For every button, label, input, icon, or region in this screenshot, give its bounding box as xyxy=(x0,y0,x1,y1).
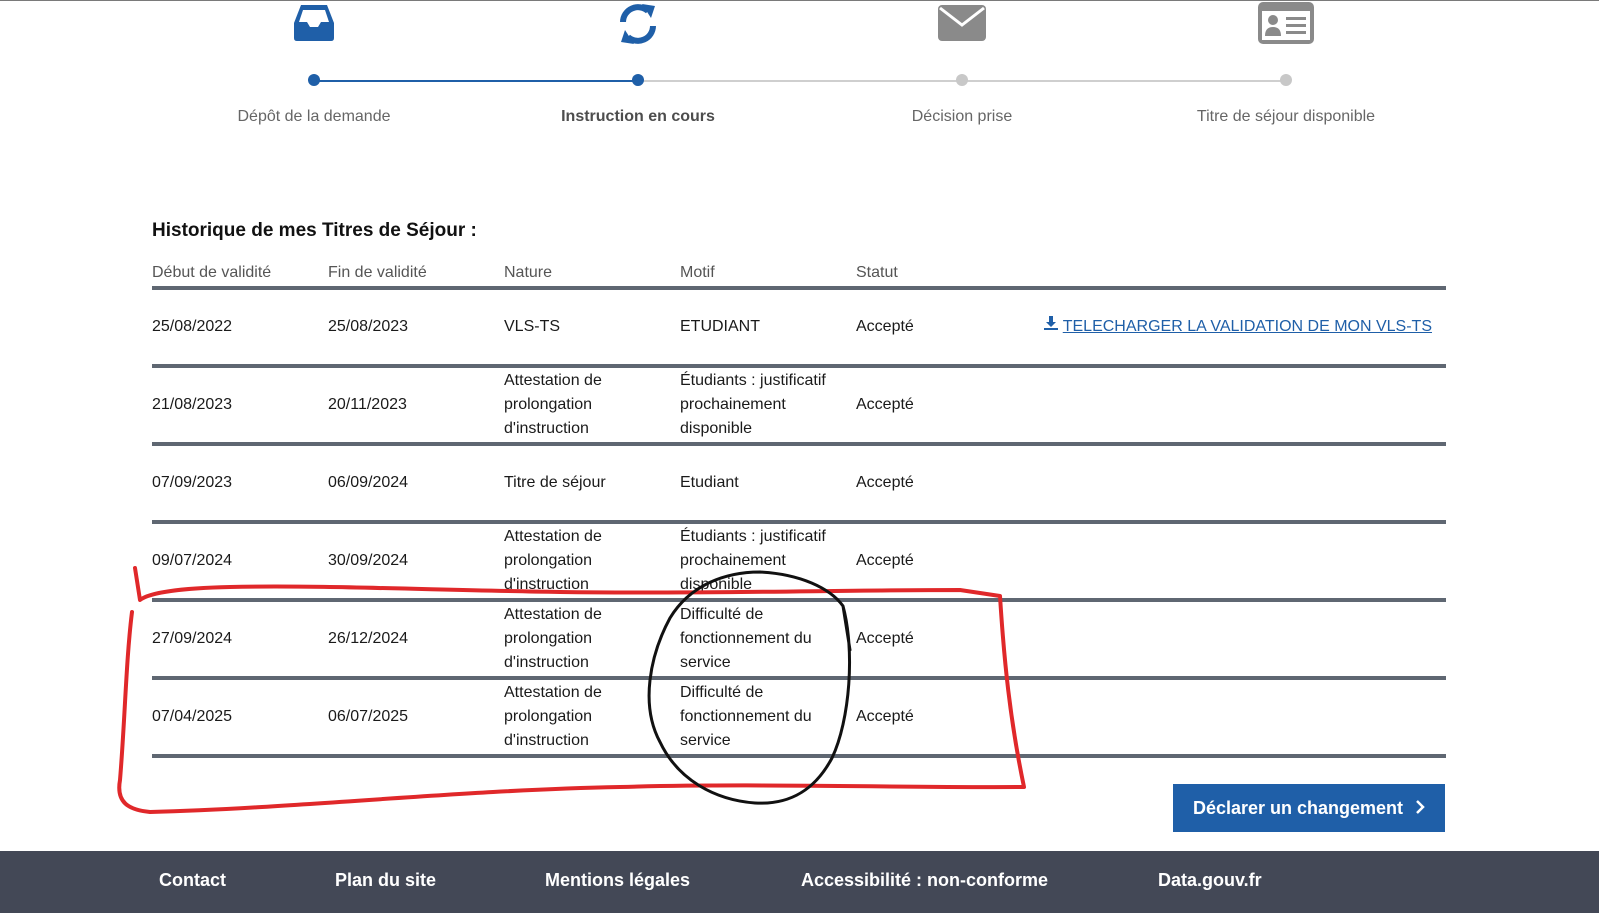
step-decision: Décision prise xyxy=(802,0,1122,140)
footer-link-mentions-legales[interactable]: Mentions légales xyxy=(545,870,690,891)
footer-link-contact[interactable]: Contact xyxy=(159,870,226,891)
cell-start: 27/09/2024 xyxy=(152,630,233,647)
history-table: Début de validité Fin de validité Nature… xyxy=(152,258,1446,758)
step-dot-done xyxy=(308,74,320,86)
cell-start: 21/08/2023 xyxy=(152,396,233,413)
cell-status: Accepté xyxy=(856,318,914,335)
footer: Contact Plan du site Mentions légales Ac… xyxy=(0,851,1599,913)
cell-motif: Difficulté de fonctionnement du service xyxy=(680,684,812,749)
cell-end: 20/11/2023 xyxy=(328,396,407,413)
step-label: Titre de séjour disponible xyxy=(1196,108,1376,125)
table-row: 09/07/2024 30/09/2024 Attestation de pro… xyxy=(152,524,1446,602)
cell-status: Accepté xyxy=(856,708,914,725)
step-label: Décision prise xyxy=(911,108,1013,125)
cell-status: Accepté xyxy=(856,474,914,491)
cell-status: Accepté xyxy=(856,630,914,647)
step-depot: Dépôt de la demande xyxy=(154,0,474,140)
cell-nature: Attestation de prolongation d'instructio… xyxy=(504,684,602,749)
footer-link-plan-du-site[interactable]: Plan du site xyxy=(335,870,436,891)
cell-end: 30/09/2024 xyxy=(328,552,409,569)
table-header: Début de validité Fin de validité Nature… xyxy=(152,258,1446,290)
inbox-icon xyxy=(286,2,342,46)
step-label-current: Instruction en cours xyxy=(561,108,715,125)
column-header-nature: Nature xyxy=(504,264,553,281)
download-vls-ts-link[interactable]: TELECHARGER LA VALIDATION DE MON VLS-TS xyxy=(1043,315,1432,339)
footer-link-accessibilite[interactable]: Accessibilité : non-conforme xyxy=(801,870,1048,891)
cell-end: 25/08/2023 xyxy=(328,318,409,335)
id-card-icon xyxy=(1258,2,1314,46)
cell-nature: Attestation de prolongation d'instructio… xyxy=(504,372,602,437)
table-row: 21/08/2023 20/11/2023 Attestation de pro… xyxy=(152,368,1446,446)
cell-nature: Attestation de prolongation d'instructio… xyxy=(504,528,602,593)
column-header-status: Statut xyxy=(856,264,898,281)
step-dot-current xyxy=(632,74,644,86)
declare-change-button[interactable]: Déclarer un changement xyxy=(1173,784,1445,832)
cell-nature: VLS-TS xyxy=(504,318,561,335)
step-dot-pending xyxy=(1280,74,1292,86)
cell-motif: Étudiants : justificatif prochainement d… xyxy=(680,528,826,593)
cell-status: Accepté xyxy=(856,396,914,413)
step-titre-disponible: Titre de séjour disponible xyxy=(1126,0,1446,140)
chevron-right-icon xyxy=(1415,798,1425,819)
envelope-icon xyxy=(934,2,990,46)
cell-motif: Difficulté de fonctionnement du service xyxy=(680,606,812,671)
column-header-start: Début de validité xyxy=(152,264,272,281)
table-row: 07/04/2025 06/07/2025 Attestation de pro… xyxy=(152,680,1446,758)
cell-start: 09/07/2024 xyxy=(152,552,233,569)
history-title: Historique de mes Titres de Séjour : xyxy=(152,220,477,241)
refresh-icon xyxy=(610,2,666,46)
cell-end: 26/12/2024 xyxy=(328,630,409,647)
table-row: 07/09/2023 06/09/2024 Titre de séjour Et… xyxy=(152,446,1446,524)
step-instruction: Instruction en cours xyxy=(478,0,798,140)
footer-link-data-gouv[interactable]: Data.gouv.fr xyxy=(1158,870,1262,891)
cell-end: 06/07/2025 xyxy=(328,708,409,725)
cell-end: 06/09/2024 xyxy=(328,474,409,491)
step-dot-pending xyxy=(956,74,968,86)
cell-motif: Étudiants : justificatif prochainement d… xyxy=(680,372,826,437)
declare-change-label: Déclarer un changement xyxy=(1192,797,1404,818)
cell-nature: Titre de séjour xyxy=(504,474,606,491)
cell-start: 07/09/2023 xyxy=(152,474,233,491)
cell-nature: Attestation de prolongation d'instructio… xyxy=(504,606,602,671)
download-link-label: TELECHARGER LA VALIDATION DE MON VLS-TS xyxy=(1062,318,1432,335)
table-row: 27/09/2024 26/12/2024 Attestation de pro… xyxy=(152,602,1446,680)
cell-motif: ETUDIANT xyxy=(680,318,760,335)
cell-start: 07/04/2025 xyxy=(152,708,233,725)
progress-stepper: Dépôt de la demande Instruction en cours… xyxy=(0,0,1599,150)
column-header-end: Fin de validité xyxy=(328,264,427,281)
cell-start: 25/08/2022 xyxy=(152,318,233,335)
cell-motif: Etudiant xyxy=(680,474,739,491)
download-icon xyxy=(1043,315,1059,339)
column-header-motif: Motif xyxy=(680,264,715,281)
step-label: Dépôt de la demande xyxy=(237,108,391,125)
table-row: 25/08/2022 25/08/2023 VLS-TS ETUDIANT Ac… xyxy=(152,290,1446,368)
cell-status: Accepté xyxy=(856,552,914,569)
